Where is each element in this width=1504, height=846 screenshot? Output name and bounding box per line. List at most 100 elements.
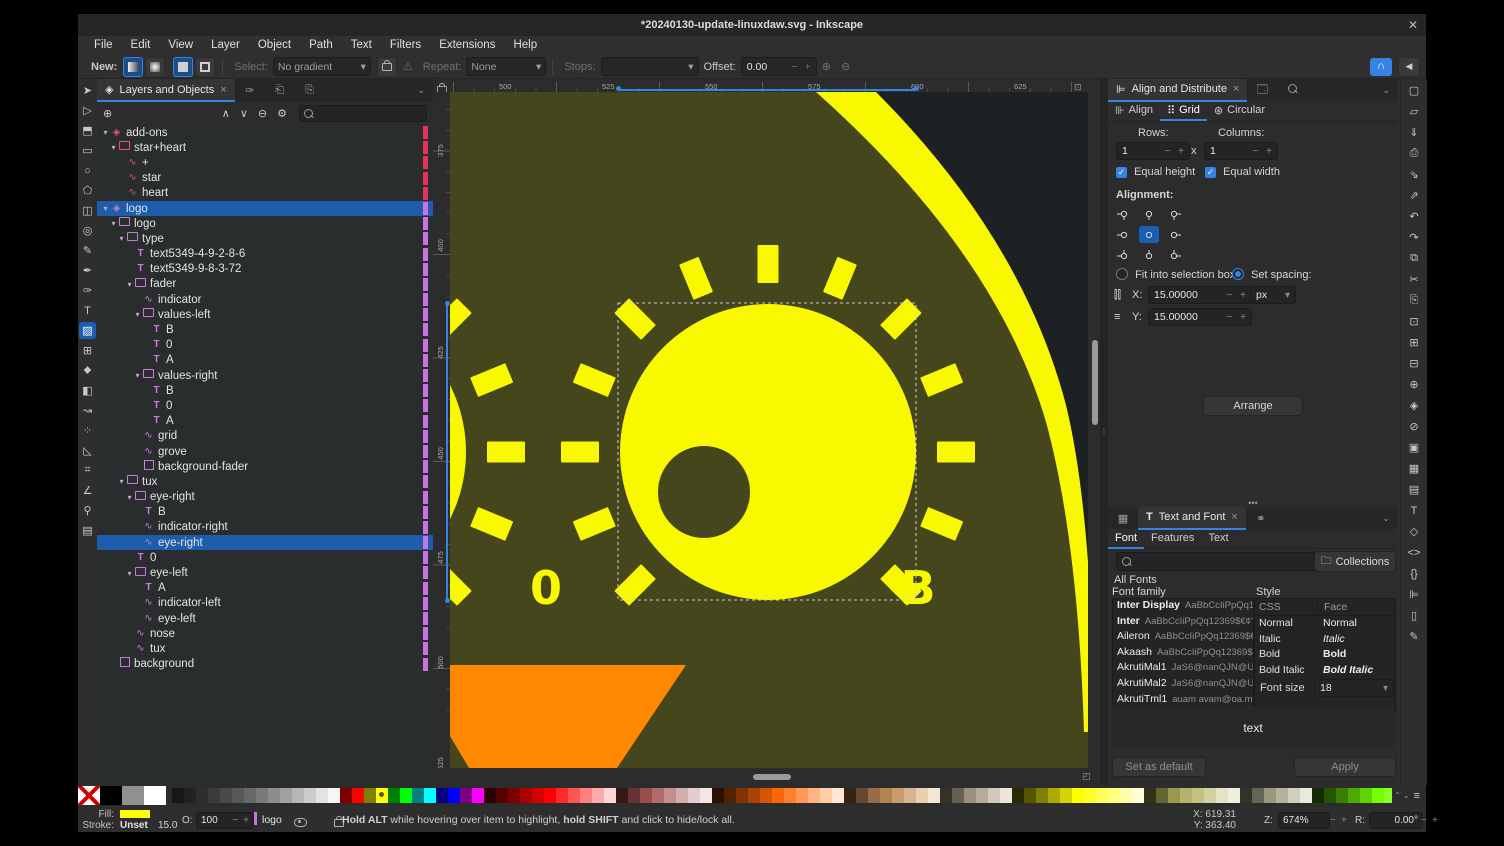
- palette-swatch[interactable]: [1348, 788, 1360, 803]
- layer-row-heart[interactable]: ∿heart: [97, 186, 433, 201]
- layer-color-bar[interactable]: [423, 521, 428, 534]
- increment-icon[interactable]: +: [1266, 146, 1272, 157]
- zoom-selection-icon[interactable]: ⊡: [1402, 312, 1426, 331]
- palette-swatch[interactable]: [1168, 788, 1180, 803]
- palette-swatch[interactable]: [256, 788, 268, 803]
- layer-color-bar[interactable]: [423, 399, 428, 412]
- layer-row-logo[interactable]: ▾logo: [97, 216, 433, 231]
- vertical-scrollbar-thumb[interactable]: [1092, 340, 1098, 425]
- layer-row-eye-right[interactable]: ∿eye-right: [97, 535, 433, 550]
- menu-edit[interactable]: Edit: [123, 36, 159, 55]
- layer-color-bar[interactable]: [423, 597, 428, 610]
- layer-color-bar[interactable]: [423, 248, 428, 261]
- eraser-tool[interactable]: ◺: [79, 442, 96, 459]
- anchor-top-left[interactable]: [1114, 205, 1134, 222]
- menu-extensions[interactable]: Extensions: [431, 36, 503, 55]
- pencil-tool[interactable]: ✎: [79, 242, 96, 259]
- pen-tool[interactable]: ✒: [79, 262, 96, 279]
- layer-color-bar[interactable]: [423, 308, 428, 321]
- close-tab-icon[interactable]: ×: [1233, 83, 1239, 95]
- palette-swatch[interactable]: [580, 788, 592, 803]
- palette-swatch[interactable]: [952, 788, 964, 803]
- preferences-icon[interactable]: ✎: [1402, 627, 1426, 646]
- expand-arrow-icon[interactable]: ▾: [125, 280, 134, 289]
- close-tab-icon[interactable]: ×: [1231, 511, 1237, 523]
- collections-button[interactable]: 🗀Collections: [1314, 551, 1396, 572]
- layer-row-+[interactable]: ∿+: [97, 155, 433, 170]
- palette-swatch[interactable]: [1012, 788, 1024, 803]
- offset-spinbox[interactable]: 0.00 − +: [741, 57, 817, 76]
- palette-swatch[interactable]: [712, 788, 724, 803]
- layer-color-bar[interactable]: [423, 278, 428, 291]
- layer-row-fader[interactable]: ▾fader: [97, 277, 433, 292]
- canvas-corner-icon[interactable]: ◰: [1082, 771, 1091, 782]
- decrement-icon[interactable]: −: [791, 61, 797, 73]
- stops-dropdown[interactable]: ▾: [601, 57, 699, 76]
- font-row-AkrutiTml1[interactable]: AkrutiTml1auam avam@oa.m.au L J: [1113, 693, 1253, 709]
- palette-swatch[interactable]: [424, 788, 436, 803]
- horizontal-scrollbar[interactable]: [433, 768, 1100, 785]
- layer-row-0[interactable]: T0: [97, 550, 433, 565]
- layer-color-bar[interactable]: [423, 475, 428, 488]
- subtab-features[interactable]: Features: [1144, 529, 1201, 547]
- palette-swatch[interactable]: [1072, 788, 1084, 803]
- palette-swatch[interactable]: [484, 788, 496, 803]
- vertical-ruler[interactable]: 375400425450475500525: [433, 92, 450, 768]
- palette-swatch[interactable]: [592, 788, 604, 803]
- palette-swatch[interactable]: [508, 788, 520, 803]
- layer-row-0[interactable]: T0: [97, 398, 433, 413]
- palette-swatch[interactable]: [604, 788, 616, 803]
- palette-swatch[interactable]: [496, 788, 508, 803]
- decrement-icon[interactable]: −: [1226, 312, 1232, 323]
- fit-selection-radio[interactable]: Fit into selection box: [1116, 268, 1235, 281]
- anchor-top-right[interactable]: [1164, 205, 1184, 222]
- layer-color-bar[interactable]: [423, 551, 428, 564]
- gradient-tool[interactable]: ▨: [79, 322, 96, 339]
- spacing-y-spinbox[interactable]: 15.00000−+: [1148, 308, 1252, 326]
- layer-row-grid[interactable]: ∿grid: [97, 429, 433, 444]
- rotation-increment-icon[interactable]: +: [1432, 815, 1438, 826]
- quick-zoom-icon[interactable]: ⊡: [1074, 82, 1082, 93]
- anchor-middle-right[interactable]: [1164, 226, 1184, 243]
- paint-bucket-tool[interactable]: ◧: [79, 382, 96, 399]
- drawing-canvas[interactable]: 0B: [450, 92, 1088, 768]
- import-dialog-tab[interactable]: ⎘: [295, 84, 325, 97]
- palette-swatch[interactable]: [1192, 788, 1204, 803]
- palette-swatch[interactable]: [832, 788, 844, 803]
- expand-arrow-icon[interactable]: ▾: [133, 371, 142, 380]
- remove-layer-button[interactable]: ⊖: [258, 107, 267, 120]
- layers-search-input[interactable]: [299, 105, 427, 122]
- redo-icon[interactable]: ↷: [1402, 228, 1426, 247]
- palette-swatch[interactable]: [628, 788, 640, 803]
- layer-color-bar[interactable]: [423, 263, 428, 276]
- dock-resize-handle[interactable]: ⋮: [1100, 79, 1108, 785]
- export-icon[interactable]: ⇗: [1402, 186, 1426, 205]
- text-dialog-icon[interactable]: T: [1402, 501, 1426, 520]
- palette-swatch[interactable]: [568, 788, 580, 803]
- palette-swatch[interactable]: [760, 788, 772, 803]
- palette-swatch[interactable]: [184, 788, 196, 803]
- node-tool[interactable]: ▷: [79, 102, 96, 119]
- layer-color-bar[interactable]: [423, 582, 428, 595]
- layer-color-bar[interactable]: [423, 156, 428, 169]
- palette-swatch[interactable]: [244, 788, 256, 803]
- align-dialog-icon[interactable]: ⊫: [1402, 585, 1426, 604]
- palette-swatch[interactable]: [208, 788, 220, 803]
- anchor-middle-left[interactable]: [1114, 226, 1134, 243]
- connector-tool[interactable]: ⌗: [79, 462, 96, 479]
- layer-color-bar[interactable]: [423, 384, 428, 397]
- current-layer-name[interactable]: logo: [262, 814, 282, 826]
- opacity-spinbox[interactable]: 100 − +: [196, 812, 254, 829]
- layer-color-bar[interactable]: [423, 202, 428, 215]
- rotation-decrement-icon[interactable]: −: [1421, 815, 1427, 826]
- palette-swatch[interactable]: [784, 788, 796, 803]
- palette-swatch[interactable]: [736, 788, 748, 803]
- palette-swatch[interactable]: [796, 788, 808, 803]
- xml-editor-icon[interactable]: <>: [1402, 543, 1426, 562]
- palette-swatch[interactable]: [688, 788, 700, 803]
- checkerboard-icon[interactable]: ▤: [1402, 480, 1426, 499]
- palette-swatch[interactable]: [448, 788, 460, 803]
- mesh-tool[interactable]: ⊞: [79, 342, 96, 359]
- ruler-lock-icon[interactable]: [433, 82, 450, 92]
- pages-tool[interactable]: ▤: [79, 522, 96, 539]
